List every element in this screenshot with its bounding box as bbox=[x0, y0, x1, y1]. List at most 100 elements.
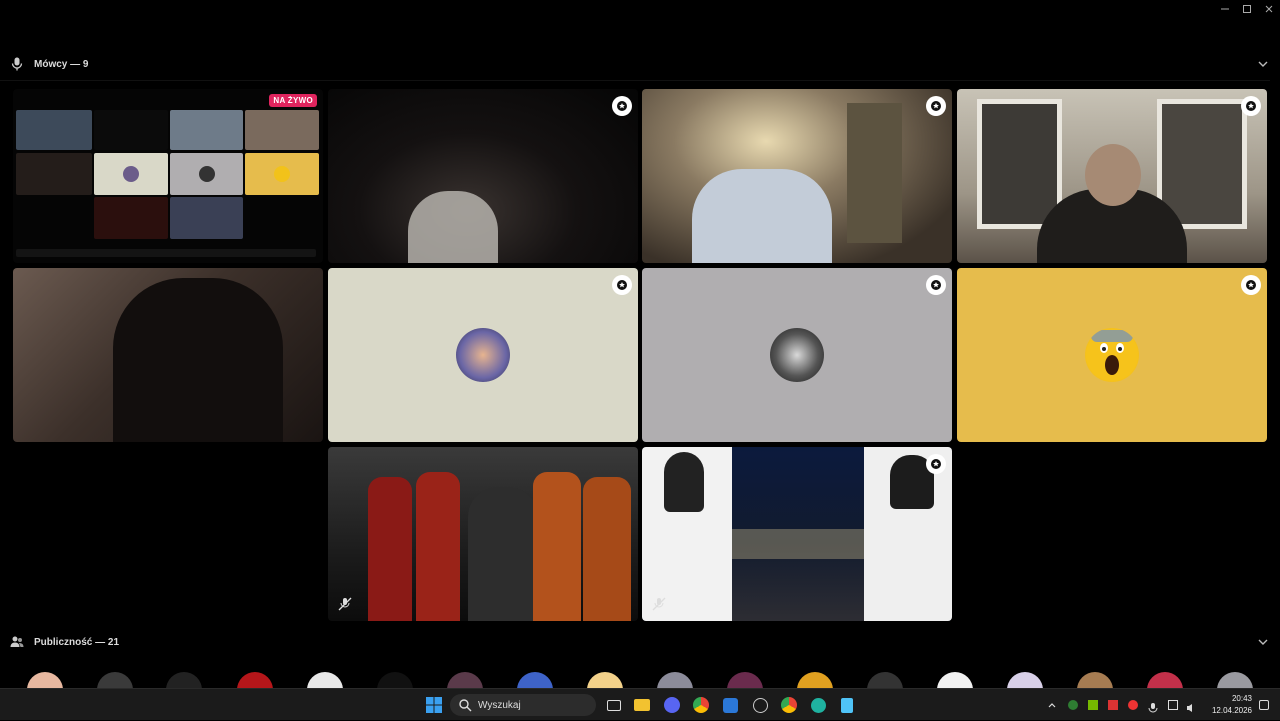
clock-time: 20:43 bbox=[1231, 694, 1252, 703]
video-content bbox=[732, 529, 864, 559]
mini-tile bbox=[94, 197, 168, 239]
microphone-muted-icon bbox=[652, 597, 666, 611]
star-badge-icon bbox=[926, 454, 946, 474]
volume-icon[interactable] bbox=[1186, 700, 1196, 712]
discord-icon[interactable] bbox=[662, 695, 682, 715]
mini-tile bbox=[94, 153, 168, 195]
search-icon bbox=[459, 699, 472, 712]
video-content bbox=[847, 103, 902, 243]
video-tile[interactable] bbox=[328, 447, 638, 621]
nvidia-icon[interactable] bbox=[1088, 700, 1098, 710]
notepad-icon[interactable] bbox=[837, 695, 857, 715]
chrome-icon[interactable] bbox=[779, 695, 799, 715]
taskbar: Wyszukaj 20:43 12.04.2026 bbox=[0, 688, 1280, 720]
live-badge: NA ŻYWO bbox=[269, 94, 317, 107]
audience-list bbox=[0, 672, 1280, 688]
taskbar-search[interactable]: Wyszukaj bbox=[450, 694, 596, 716]
chevron-down-icon[interactable] bbox=[1256, 635, 1270, 649]
screaming-face-icon bbox=[1086, 329, 1138, 381]
mini-tile bbox=[245, 110, 319, 150]
user-avatar bbox=[456, 328, 510, 382]
audience-avatar[interactable] bbox=[1077, 672, 1113, 688]
audience-avatar[interactable] bbox=[517, 672, 553, 688]
video-content bbox=[368, 477, 412, 621]
maximize-button[interactable] bbox=[1236, 0, 1258, 18]
audience-avatar[interactable] bbox=[657, 672, 693, 688]
star-badge-icon bbox=[612, 275, 632, 295]
video-tile[interactable] bbox=[13, 268, 323, 442]
network-icon[interactable] bbox=[1168, 700, 1178, 710]
video-tile[interactable] bbox=[328, 89, 638, 263]
star-badge-icon bbox=[1241, 96, 1261, 116]
close-window-button[interactable] bbox=[1258, 0, 1280, 18]
video-content bbox=[416, 472, 460, 621]
app-icon[interactable] bbox=[808, 695, 828, 715]
system-tray bbox=[1044, 689, 1196, 721]
chrome-icon[interactable] bbox=[691, 695, 711, 715]
audience-avatar[interactable] bbox=[797, 672, 833, 688]
mini-toolbar bbox=[16, 249, 316, 257]
star-badge-icon bbox=[926, 275, 946, 295]
avatar-tile[interactable] bbox=[328, 268, 638, 442]
audience-avatar[interactable] bbox=[377, 672, 413, 688]
video-content bbox=[1085, 144, 1141, 206]
app-icon[interactable] bbox=[750, 695, 770, 715]
windows-start-icon[interactable] bbox=[424, 695, 444, 715]
clock-date: 12.04.2026 bbox=[1211, 706, 1252, 715]
audience-avatar[interactable] bbox=[307, 672, 343, 688]
app-icon[interactable] bbox=[720, 695, 740, 715]
star-badge-icon bbox=[1241, 275, 1261, 295]
star-badge-icon bbox=[612, 96, 632, 116]
notifications-icon[interactable] bbox=[1256, 695, 1272, 715]
video-content bbox=[664, 452, 704, 512]
audience-header[interactable]: Publiczność — 21 bbox=[0, 630, 1280, 654]
audience-avatar[interactable] bbox=[166, 672, 202, 688]
task-view-icon[interactable] bbox=[604, 695, 624, 715]
microphone-icon[interactable] bbox=[1148, 700, 1158, 713]
audience-avatar[interactable] bbox=[727, 672, 763, 688]
speakers-header[interactable]: Mówcy — 9 bbox=[0, 52, 1280, 76]
avatar-tile[interactable] bbox=[642, 268, 952, 442]
stage-divider bbox=[0, 80, 1270, 81]
mini-tile bbox=[16, 153, 92, 195]
chevron-down-icon[interactable] bbox=[1256, 57, 1270, 71]
mini-tile bbox=[170, 110, 243, 150]
tray-app-icon[interactable] bbox=[1128, 700, 1138, 710]
audience-avatar[interactable] bbox=[867, 672, 903, 688]
file-explorer-icon[interactable] bbox=[632, 695, 652, 715]
tray-app-icon[interactable] bbox=[1108, 700, 1118, 710]
speakers-title: Mówcy — 9 bbox=[34, 58, 89, 70]
microphone-icon bbox=[10, 57, 24, 71]
chevron-up-icon[interactable] bbox=[1044, 697, 1060, 713]
audience-avatar[interactable] bbox=[1147, 672, 1183, 688]
taskbar-clock[interactable]: 20:43 12.04.2026 bbox=[1212, 693, 1252, 717]
video-tile-screenshare[interactable]: NA ŻYWO bbox=[13, 89, 323, 263]
user-avatar bbox=[1085, 328, 1139, 382]
audience-avatar[interactable] bbox=[27, 672, 63, 688]
video-content bbox=[408, 191, 498, 263]
video-content bbox=[113, 278, 283, 442]
audience-avatar[interactable] bbox=[447, 672, 483, 688]
video-content bbox=[468, 487, 538, 621]
microphone-muted-icon bbox=[338, 597, 352, 611]
video-tile[interactable] bbox=[642, 89, 952, 263]
audience-avatar[interactable] bbox=[937, 672, 973, 688]
video-tile[interactable] bbox=[642, 447, 952, 621]
video-tile[interactable] bbox=[957, 89, 1267, 263]
audience-avatar[interactable] bbox=[1007, 672, 1043, 688]
mini-tile bbox=[94, 110, 168, 150]
avatar-tile[interactable] bbox=[957, 268, 1267, 442]
audience-avatar[interactable] bbox=[587, 672, 623, 688]
mini-tile bbox=[245, 153, 319, 195]
audience-avatar[interactable] bbox=[1217, 672, 1253, 688]
mini-tile bbox=[170, 153, 243, 195]
audience-avatar[interactable] bbox=[237, 672, 273, 688]
video-content bbox=[692, 169, 832, 263]
audience-title: Publiczność — 21 bbox=[34, 636, 120, 648]
star-badge-icon bbox=[926, 96, 946, 116]
audience-avatar[interactable] bbox=[97, 672, 133, 688]
tray-app-icon[interactable] bbox=[1068, 700, 1078, 710]
video-content bbox=[533, 472, 581, 621]
video-content bbox=[977, 99, 1062, 229]
minimize-button[interactable] bbox=[1214, 0, 1236, 18]
